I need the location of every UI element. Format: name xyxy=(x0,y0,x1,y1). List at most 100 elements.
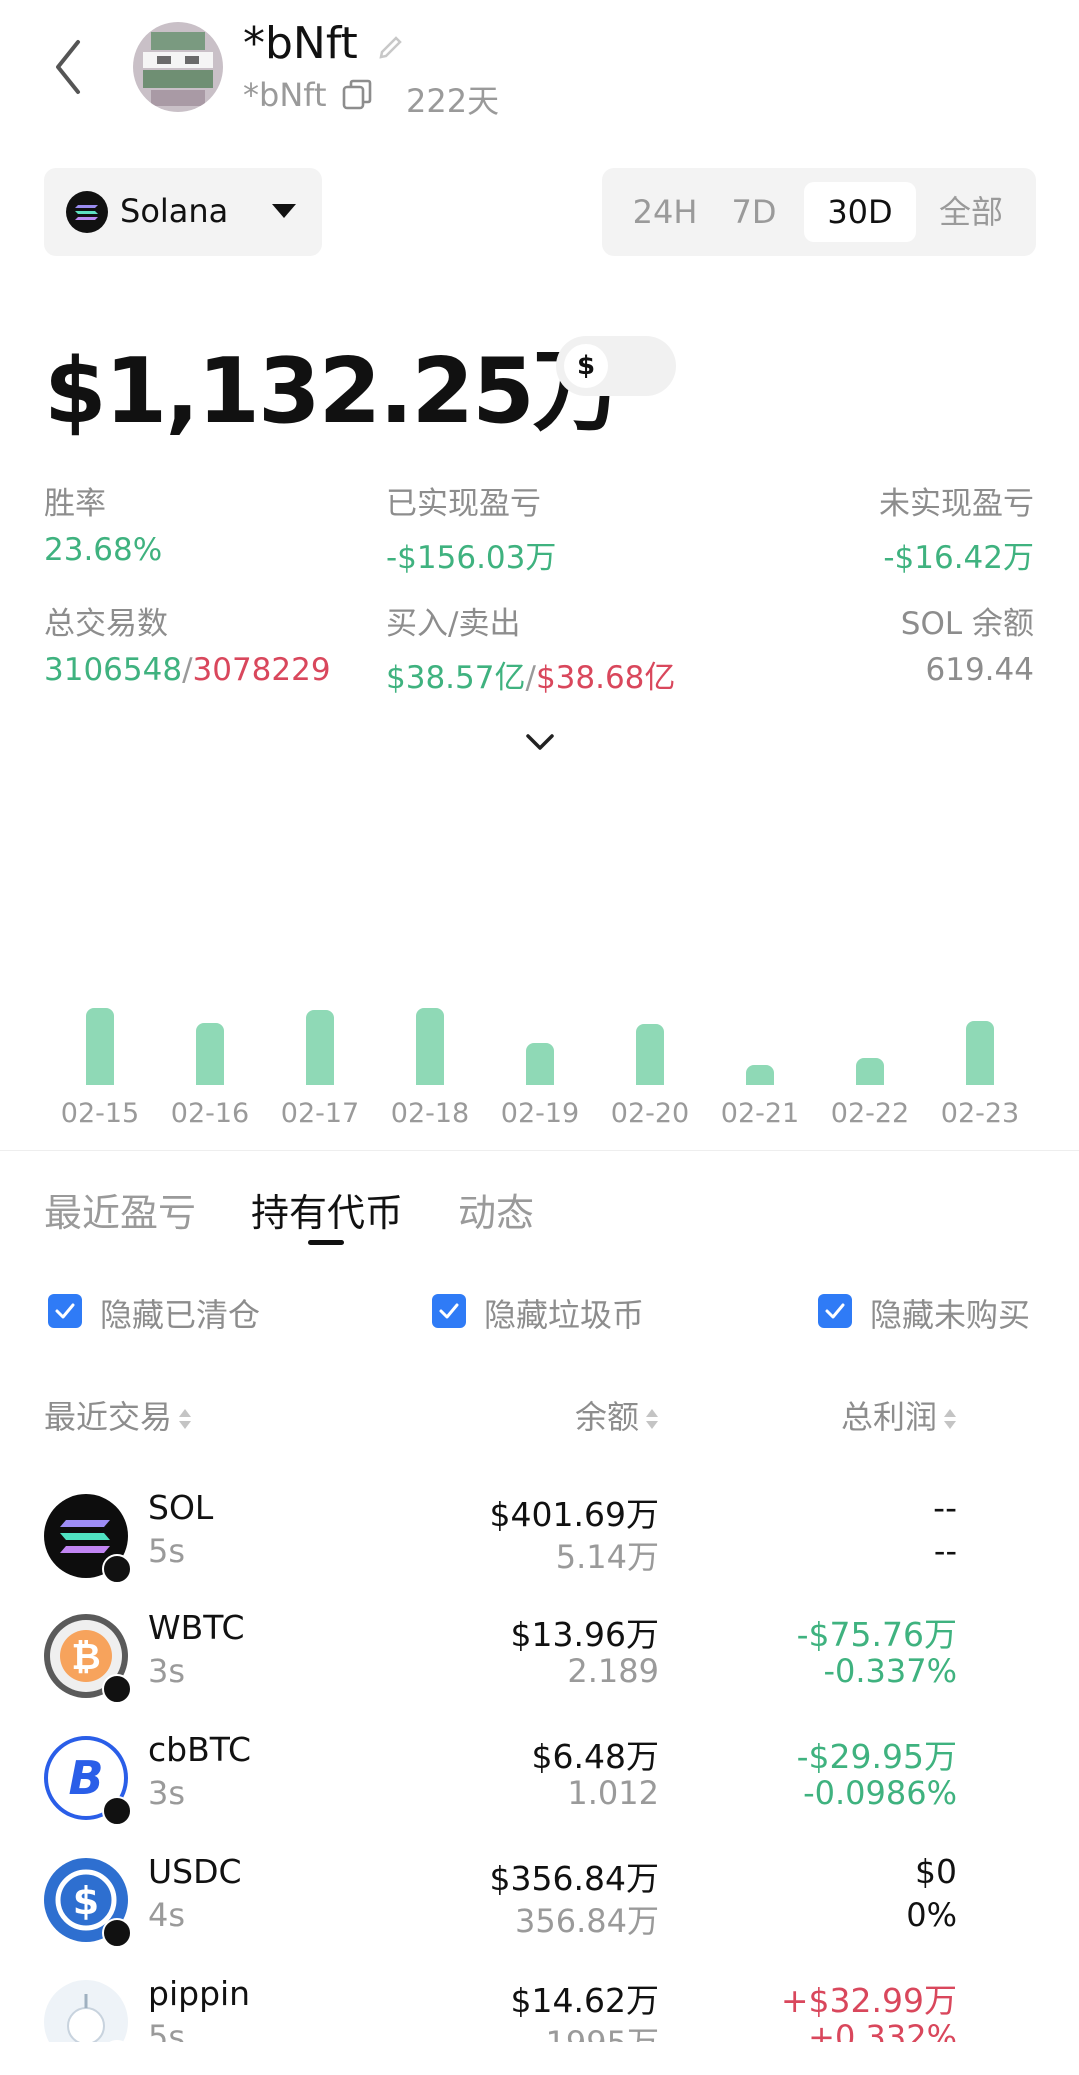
tab-24h[interactable]: 24H xyxy=(622,182,708,242)
wallet-address: *bNft xyxy=(243,76,327,114)
holding-row-sol[interactable]: SOL 5s $401.69万 5.14万 -- -- xyxy=(0,1488,1079,1610)
holding-row-cbbtc[interactable]: B cbBTC 3s $6.48万 1.012 -$29.95万 -0.0986… xyxy=(0,1730,1079,1852)
token-balance-usd: $401.69万 xyxy=(489,1495,659,1534)
solana-chain-badge-icon xyxy=(102,1674,132,1704)
unrealized-pnl-value: -$16.42万 xyxy=(883,540,1034,576)
col-total-profit[interactable]: 总利润 xyxy=(841,1392,957,1438)
check-icon xyxy=(439,1303,459,1319)
token-pnl: -- xyxy=(933,1488,957,1527)
col-balance-label: 余额 xyxy=(574,1398,639,1436)
buy-count: 3106548 xyxy=(44,652,183,688)
token-symbol: USDC xyxy=(148,1852,242,1891)
sol-balance-label: SOL 余额 xyxy=(900,606,1034,642)
hide-unbought-label[interactable]: 隐藏未购买 xyxy=(870,1290,1030,1336)
hide-closed-checkbox[interactable] xyxy=(48,1294,82,1328)
tab-all[interactable]: 全部 xyxy=(922,182,1020,242)
separator: / xyxy=(525,660,536,696)
token-pnl: -$29.95万 xyxy=(796,1737,957,1776)
token-balance-usd: $6.48万 xyxy=(531,1737,659,1776)
solana-icon xyxy=(66,191,108,233)
solana-chain-badge-icon xyxy=(102,1554,132,1584)
separator: / xyxy=(182,652,193,688)
tab-holdings[interactable]: 持有代币 xyxy=(251,1182,403,1237)
chevron-down-icon xyxy=(272,204,296,218)
svg-text:B: B xyxy=(68,1751,103,1805)
pippin-token-icon xyxy=(44,1980,128,2042)
chart-x-tick-label: 02-22 xyxy=(830,1098,910,1129)
token-symbol: SOL xyxy=(148,1488,214,1527)
unrealized-pnl-label: 未实现盈亏 xyxy=(879,486,1034,522)
chart-bar xyxy=(856,1057,884,1085)
last-trade-age: 5s xyxy=(148,1532,186,1570)
sort-icon xyxy=(179,1409,192,1429)
hide-closed-label[interactable]: 隐藏已清仓 xyxy=(100,1290,260,1336)
token-amount: 1.012 xyxy=(567,1774,659,1812)
time-range-tabs: 24H 7D 30D 全部 xyxy=(602,168,1036,256)
win-rate-label: 胜率 xyxy=(44,486,106,522)
chart-bar xyxy=(416,1007,444,1085)
edit-icon[interactable] xyxy=(376,30,406,60)
tab-activity[interactable]: 动态 xyxy=(458,1182,534,1237)
chart-bar xyxy=(636,1023,664,1085)
check-icon xyxy=(55,1303,75,1319)
token-amount: 2.189 xyxy=(567,1652,659,1690)
chart-bar xyxy=(86,1007,114,1085)
chart-x-tick-label: 02-15 xyxy=(60,1098,140,1129)
buy-sell-label: 买入/卖出 xyxy=(386,606,521,642)
token-amount: 356.84万 xyxy=(515,1902,659,1940)
total-trades-value: 3106548/3078229 xyxy=(44,652,331,688)
col-balance[interactable]: 余额 xyxy=(575,1392,659,1438)
token-pnl: +$32.99万 xyxy=(780,1981,957,2020)
token-pnl-percent: -0.337% xyxy=(823,1652,957,1690)
back-icon[interactable] xyxy=(48,34,88,100)
token-pnl-percent: +0.332% xyxy=(808,2018,957,2042)
daily-pnl-chart xyxy=(0,960,1079,1085)
currency-toggle[interactable]: $ xyxy=(556,336,676,396)
currency-toggle-knob: $ xyxy=(564,344,608,388)
total-trades-label: 总交易数 xyxy=(44,606,168,642)
col-total-profit-label: 总利润 xyxy=(840,1398,937,1436)
chart-x-tick-label: 02-23 xyxy=(940,1098,1020,1129)
token-amount: 5.14万 xyxy=(555,1538,659,1576)
col-recent-trade-label: 最近交易 xyxy=(44,1398,173,1436)
chart-x-tick-label: 02-19 xyxy=(500,1098,580,1129)
token-balance-usd: $356.84万 xyxy=(489,1859,659,1898)
token-symbol: pippin xyxy=(148,1974,251,2013)
chain-selector[interactable]: Solana xyxy=(44,168,322,256)
last-trade-age: 5s xyxy=(148,2018,186,2042)
total-value: $1,132.25万 xyxy=(44,339,623,444)
chart-bar xyxy=(526,1042,554,1085)
hide-unbought-checkbox[interactable] xyxy=(818,1294,852,1328)
solana-chain-badge-icon xyxy=(102,1796,132,1826)
token-pnl-percent: -0.0986% xyxy=(803,1774,957,1812)
token-symbol: WBTC xyxy=(148,1608,245,1647)
token-amount: 1995万 xyxy=(546,2018,659,2042)
col-recent-trade[interactable]: 最近交易 xyxy=(44,1392,192,1438)
token-balance-usd: $14.62万 xyxy=(510,1981,659,2020)
hide-spam-checkbox[interactable] xyxy=(432,1294,466,1328)
tab-recent-pnl[interactable]: 最近盈亏 xyxy=(44,1182,196,1237)
expand-chevron-icon[interactable] xyxy=(522,730,558,754)
buy-sell-value: $38.57亿/$38.68亿 xyxy=(386,652,675,697)
wallet-title: *bNft xyxy=(243,18,358,69)
chart-x-tick-label: 02-18 xyxy=(390,1098,470,1129)
token-balance-usd: $13.96万 xyxy=(510,1615,659,1654)
copy-icon[interactable] xyxy=(340,78,374,112)
tab-7d[interactable]: 7D xyxy=(714,182,794,242)
divider xyxy=(0,1150,1079,1151)
token-pnl: $0 xyxy=(915,1852,957,1891)
hide-spam-label[interactable]: 隐藏垃圾币 xyxy=(484,1290,644,1336)
holding-row-usdc[interactable]: $ USDC 4s $356.84万 356.84万 $0 0% xyxy=(0,1852,1079,1974)
avatar xyxy=(133,22,223,112)
token-pnl-percent: -- xyxy=(933,1532,957,1570)
tab-30d[interactable]: 30D xyxy=(804,182,916,242)
chart-x-tick-label: 02-16 xyxy=(170,1098,250,1129)
holding-row-wbtc[interactable]: ₿ WBTC 3s $13.96万 2.189 -$75.76万 -0.337% xyxy=(0,1608,1079,1730)
chart-bar xyxy=(966,1021,994,1085)
sell-volume: $38.68亿 xyxy=(535,660,676,696)
realized-pnl-value: -$156.03万 xyxy=(386,540,557,576)
holding-row-pippin[interactable]: pippin 5s $14.62万 1995万 +$32.99万 +0.332% xyxy=(0,1974,1079,2042)
sol-balance-value: 619.44 xyxy=(925,652,1034,688)
svg-text:₿: ₿ xyxy=(71,1637,100,1678)
last-trade-age: 4s xyxy=(148,1896,186,1934)
